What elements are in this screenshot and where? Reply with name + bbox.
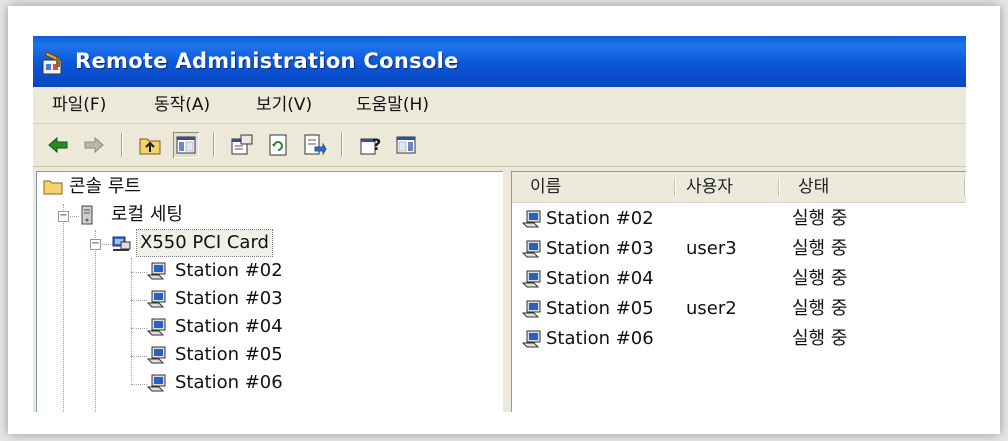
app-icon: [42, 51, 62, 75]
cell-name: Station #03: [546, 238, 654, 259]
tree-label-station: Station #05: [175, 344, 283, 365]
tree-label-station: Station #04: [175, 316, 283, 337]
station-monitor-icon: [147, 262, 166, 280]
station-monitor-icon: [147, 290, 166, 308]
tree-label-root: 콘솔 루트: [69, 176, 141, 197]
list-row[interactable]: Station #05 user2 실행 중: [512, 294, 966, 324]
title-bar[interactable]: Remote Administration Console: [33, 36, 966, 87]
export-list-button[interactable]: [301, 132, 327, 158]
station-monitor-icon: [522, 270, 541, 288]
station-monitor-icon: [522, 210, 541, 228]
cell-name: Station #02: [546, 208, 654, 229]
list-row[interactable]: Station #06 실행 중: [512, 324, 966, 354]
cell-name: Station #05: [546, 298, 654, 319]
show-hide-action-pane-button[interactable]: [393, 132, 419, 158]
console-tree-pane[interactable]: − − 콘솔 루트 로컬 세팅 X550 PCI Card Station #0…: [36, 171, 504, 412]
toolbar: ?: [33, 124, 966, 167]
cell-status: 실행 중: [792, 328, 848, 349]
window-title: Remote Administration Console: [75, 49, 459, 73]
refresh-icon: [269, 134, 287, 156]
up-one-level-button[interactable]: [137, 132, 163, 158]
menu-view[interactable]: 보기(V): [256, 92, 312, 118]
cell-status: 실행 중: [792, 298, 848, 319]
tree-label-station: Station #03: [175, 288, 283, 309]
tree-label-card: X550 PCI Card: [136, 229, 273, 257]
cell-name: Station #04: [546, 268, 654, 289]
show-hide-tree-button[interactable]: [173, 132, 199, 158]
collapse-local-toggle[interactable]: −: [58, 211, 69, 222]
tree-label-station: Station #06: [175, 372, 283, 393]
server-icon: [81, 205, 93, 225]
column-header-user[interactable]: 사용자: [686, 172, 733, 202]
menu-action[interactable]: 동작(A): [154, 92, 210, 118]
tree-label-station: Station #02: [175, 260, 283, 281]
properties-icon: [231, 134, 253, 155]
station-monitor-icon: [147, 318, 166, 336]
cell-status: 실행 중: [792, 238, 848, 259]
export-list-icon: [304, 134, 327, 156]
list-header: 이름 사용자 상태: [512, 172, 966, 203]
action-pane-icon: [396, 136, 416, 154]
up-folder-icon: [139, 138, 161, 155]
back-button[interactable]: [45, 132, 71, 158]
console-tree-icon: [176, 136, 196, 154]
help-button[interactable]: ?: [357, 132, 383, 158]
help-icon: ?: [360, 135, 381, 155]
column-header-name[interactable]: 이름: [530, 172, 561, 202]
svg-text:?: ?: [372, 135, 381, 154]
list-row[interactable]: Station #02 실행 중: [512, 204, 966, 234]
station-monitor-icon: [522, 330, 541, 348]
tree-label-local: 로컬 세팅: [111, 204, 183, 225]
result-list-pane[interactable]: 이름 사용자 상태 Station #02 실행 중 Station #03 u…: [511, 171, 966, 412]
cell-status: 실행 중: [792, 268, 848, 289]
menu-file[interactable]: 파일(F): [52, 92, 106, 118]
column-header-status[interactable]: 상태: [798, 172, 829, 202]
station-monitor-icon: [522, 240, 541, 258]
station-monitor-icon: [147, 346, 166, 364]
station-monitor-icon: [522, 300, 541, 318]
app-window: Remote Administration Console 파일(F) 동작(A…: [33, 36, 966, 412]
cell-user: user2: [686, 298, 737, 319]
forward-button[interactable]: [81, 132, 107, 158]
list-row[interactable]: Station #04 실행 중: [512, 264, 966, 294]
cell-name: Station #06: [546, 328, 654, 349]
cell-user: user3: [686, 238, 737, 259]
menu-bar: 파일(F) 동작(A) 보기(V) 도움말(H): [33, 87, 966, 124]
back-arrow-icon: [48, 136, 68, 154]
menu-help[interactable]: 도움말(H): [356, 92, 429, 118]
collapse-card-toggle[interactable]: −: [90, 239, 101, 250]
station-monitor-icon: [147, 374, 166, 392]
properties-button[interactable]: [229, 132, 255, 158]
folder-icon: [43, 180, 63, 195]
pane-splitter[interactable]: [503, 171, 511, 412]
network-card-icon: [112, 236, 131, 251]
refresh-button[interactable]: [265, 132, 291, 158]
list-row[interactable]: Station #03 user3 실행 중: [512, 234, 966, 264]
cell-status: 실행 중: [792, 208, 848, 229]
forward-arrow-icon: [84, 136, 104, 154]
